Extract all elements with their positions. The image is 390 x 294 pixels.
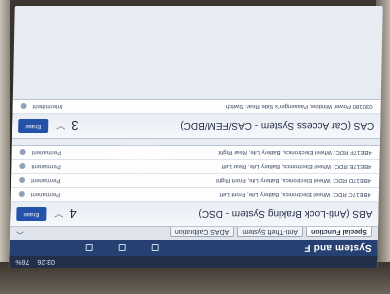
fault-count: 3 bbox=[71, 118, 79, 134]
fault-status: Permanent bbox=[31, 177, 61, 184]
page-title: System and F bbox=[304, 242, 372, 254]
home-icon[interactable] bbox=[151, 244, 159, 252]
tab-special-function[interactable]: Special Function bbox=[305, 227, 373, 237]
fault-row[interactable]: 4BE17F RDC: Wheel Electronics, Battery L… bbox=[11, 146, 380, 160]
fault-status: Permanent bbox=[31, 149, 62, 156]
fault-description: 4BE17C RDC: Wheel Electronics, Battery L… bbox=[219, 191, 371, 198]
header-icons bbox=[16, 244, 159, 252]
info-icon[interactable] bbox=[20, 103, 27, 110]
erase-button[interactable]: Erase bbox=[18, 119, 49, 133]
fault-description: 030180 Power Window, Passenger's Side Re… bbox=[225, 103, 373, 110]
fault-row[interactable]: 4BE17D RDC: Wheel Electronics, Battery L… bbox=[10, 174, 380, 188]
tab-adas-calibration[interactable]: ADAS Calibration bbox=[169, 227, 235, 237]
function-tabs: Special Function Anti-Theft System ADAS … bbox=[9, 227, 379, 240]
report-icon[interactable] bbox=[118, 244, 126, 252]
status-bar: 03:26 76% bbox=[9, 256, 378, 268]
erase-button[interactable]: Erase bbox=[16, 207, 47, 221]
fault-status: Permanent bbox=[30, 191, 61, 198]
tablet-screen: 03:26 76% System and F Special Function … bbox=[9, 6, 383, 268]
group-spacer bbox=[11, 139, 380, 145]
chevron-down-icon[interactable]: ﹀ bbox=[54, 208, 63, 221]
fault-row[interactable]: 030180 Power Window, Passenger's Side Re… bbox=[12, 100, 381, 114]
status-battery: 76% bbox=[15, 258, 30, 266]
info-icon[interactable] bbox=[19, 177, 26, 184]
fault-row[interactable]: 4BE17C RDC: Wheel Electronics, Battery L… bbox=[10, 188, 379, 202]
fault-count: 4 bbox=[69, 206, 77, 222]
fault-group-abs: ABS (Anti-Lock Braking System - DSC) 4 ﹀… bbox=[10, 145, 380, 227]
fault-description: 4BE17D RDC: Wheel Electronics, Battery L… bbox=[215, 177, 372, 184]
settings-icon[interactable] bbox=[85, 244, 93, 252]
status-time: 03:26 bbox=[37, 258, 56, 266]
fault-description: 4BE17E RDC: Wheel Electronics, Battery L… bbox=[221, 163, 372, 170]
group-title: CAS (Car Access System - CAS/FEM/BDC) bbox=[180, 120, 375, 132]
app-header: System and F bbox=[9, 240, 378, 256]
chevron-down-icon[interactable]: ﹀ bbox=[56, 120, 65, 133]
group-header[interactable]: CAS (Car Access System - CAS/FEM/BDC) 3 … bbox=[11, 114, 381, 138]
tab-anti-theft-system[interactable]: Anti-Theft System bbox=[237, 227, 304, 237]
fault-status: Permanent bbox=[31, 163, 61, 170]
fault-row[interactable]: 4BE17E RDC: Wheel Electronics, Battery L… bbox=[11, 160, 380, 174]
device-frame-left bbox=[0, 0, 10, 294]
fault-description: 4BE17F RDC: Wheel Electronics, Battery L… bbox=[218, 149, 372, 156]
info-icon[interactable] bbox=[18, 191, 25, 198]
chevron-up-icon[interactable]: ︿ bbox=[16, 227, 24, 240]
fault-status: Intermittent bbox=[32, 103, 63, 110]
info-icon[interactable] bbox=[19, 163, 26, 170]
group-title: ABS (Anti-Lock Braking System - DSC) bbox=[198, 208, 373, 220]
fault-group-cas: CAS (Car Access System - CAS/FEM/BDC) 3 … bbox=[11, 99, 381, 139]
info-icon[interactable] bbox=[19, 149, 26, 156]
group-header[interactable]: ABS (Anti-Lock Braking System - DSC) 4 ﹀… bbox=[10, 202, 379, 226]
